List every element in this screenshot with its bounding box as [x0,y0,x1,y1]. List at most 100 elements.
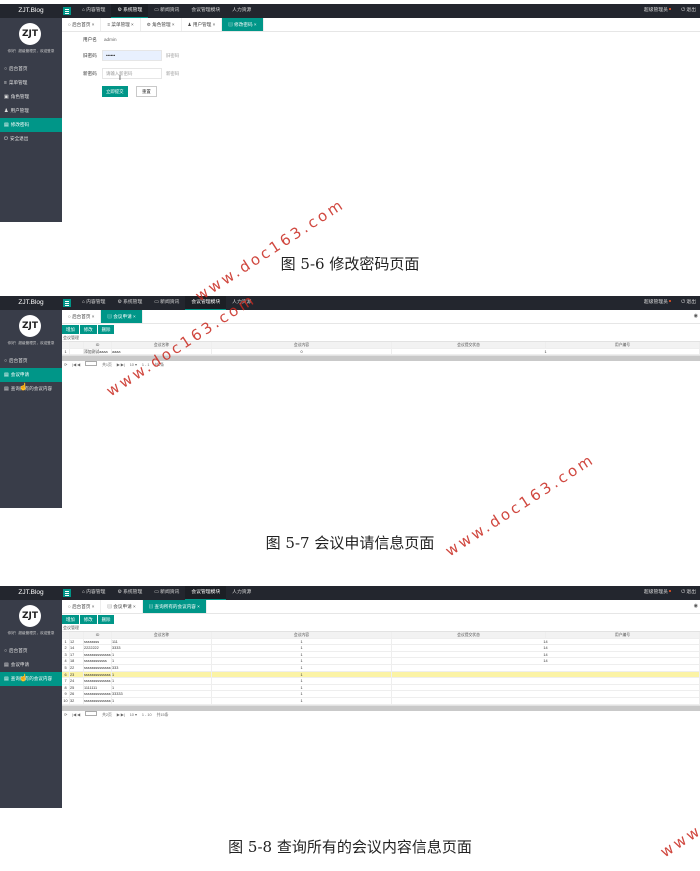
first-page-icon[interactable]: |◀ ◀ [72,711,80,719]
tab-tools-icon[interactable]: ◉ [694,313,698,319]
per-page-select[interactable]: 10 ▾ [130,711,137,719]
sidebar-item[interactable]: ♟ 用户管理 [0,104,62,118]
tab-close-icon[interactable]: × [90,314,95,319]
tab-item[interactable]: ♟ 用户管理 × [182,18,223,31]
table-row[interactable]: 10 32 ssssssssssssssss 1 1 [62,697,700,705]
toolbar-button[interactable]: 删除 [97,325,115,334]
sidebar-item[interactable]: ○ 后台首页 [0,354,62,368]
sidebar-item[interactable]: ▤ 会议申请 [0,658,62,672]
topnav-hr[interactable]: 人力资源 [226,4,257,18]
logout-link[interactable]: ⏻ 退出 [681,586,696,600]
tab-item[interactable]: ▤ 会议申请 × [101,310,143,323]
tab-close-icon[interactable]: × [196,604,200,609]
first-page-icon[interactable]: |◀ ◀ [72,361,80,369]
logout-link[interactable]: ⏻ 退出 [681,4,696,18]
topnav-system[interactable]: ⚙ 系统管理 [111,4,149,18]
refresh-icon[interactable]: ⟳ [64,361,67,369]
tab-close-icon[interactable]: × [171,22,175,27]
table-row[interactable]: 1 12 ssssssss 111 1 14 [62,638,700,646]
header-cell[interactable] [70,342,84,348]
header-cell[interactable] [70,632,84,638]
topnav-news[interactable]: ▭ 新闻资讯 [148,296,185,310]
tab-item[interactable]: ○ 后台首页 × [62,18,102,31]
topnav-content[interactable]: ⌂ 内容管理 [76,4,111,18]
sidebar-item[interactable]: ○ 后台首页 [0,644,62,658]
header-cell[interactable]: 用户编号 [546,632,700,638]
toolbar-button[interactable]: 增加 [62,325,79,334]
user-menu[interactable]: 超级管理员 [644,296,672,310]
table-row[interactable]: 8 25 1111111 1 1 [62,684,700,692]
menu-toggle-icon[interactable] [63,299,71,307]
toolbar-button[interactable]: 删除 [97,615,115,624]
refresh-icon[interactable]: ⟳ [64,711,67,719]
header-cell[interactable]: 用户编号 [546,342,700,348]
header-cell[interactable]: 会议内容 [212,632,392,638]
topnav-system[interactable]: ⚙ 系统管理 [111,586,148,600]
tab-tools-icon[interactable]: ◉ [694,603,698,609]
page-number-input[interactable] [85,710,98,716]
old-password-field[interactable]: •••••• [102,50,162,61]
table-row[interactable]: 7 24 ssssssssssssss 1 1 [62,678,700,685]
sidebar-item[interactable]: ▣ 角色管理 [0,90,62,104]
tab-close-icon[interactable]: × [211,22,216,27]
sidebar-item[interactable]: ▤ 查询所有的会议内容 [0,672,62,686]
topnav-hr[interactable]: 人力资源 [226,586,257,600]
reset-button[interactable]: 重置 [136,86,157,97]
tab-item[interactable]: ○ 后台首页 × [62,600,102,613]
header-cell[interactable]: 会议名称 [112,632,212,638]
sidebar-item[interactable]: ○ 后台首页 [0,62,62,76]
tab-item[interactable]: ⚙ 角色管理 × [141,18,182,31]
submit-button[interactable]: 立即提交 [102,86,128,97]
topnav-system[interactable]: ⚙ 系统管理 [111,296,148,310]
topnav-news[interactable]: ▭ 新闻资讯 [148,586,185,600]
table-row[interactable]: 9 26 ssssssssssssssss 33333 1 [62,691,700,698]
topnav-meeting[interactable]: 会议管理模块 [185,586,227,600]
topnav-news[interactable]: ▭ 新闻资讯 [148,4,185,18]
next-page-icon[interactable]: ▶ ▶| [117,361,125,369]
tab-close-icon[interactable]: × [132,314,136,319]
brand-logo-text[interactable]: ZJT.Blog [0,296,62,310]
tab-item[interactable]: ○ 后台首页 × [62,310,102,323]
tab-item[interactable]: ▤ 会议申请 × [101,600,143,613]
menu-toggle-icon[interactable] [63,7,71,15]
table-row[interactable]: 6 23 ssssssssssssss 1 1 [62,671,700,679]
sidebar-item[interactable]: ▤ 修改密码 [0,118,62,132]
page-number-input[interactable] [85,361,98,367]
table-row[interactable]: 5 22 ssssssssssssssss 333 1 [62,664,700,672]
sidebar-item[interactable]: ⏻ 安全退出 [0,132,62,146]
toolbar-button[interactable]: 修改 [79,325,97,334]
table-row[interactable]: 4 18 ssssssssssss 1 1 14 [62,658,700,665]
user-menu[interactable]: 超级管理员 [644,586,672,600]
sidebar-item[interactable]: ▤ 查询所有的会议内容 [0,382,62,396]
sidebar-item[interactable]: ▤ 会议申请 [0,368,62,382]
table-cell: 添加测试aaaa [84,348,112,355]
user-menu[interactable]: 超级管理员 [644,4,672,18]
header-cell[interactable]: 会议提交状态 [392,632,546,638]
tab-item[interactable]: ≡ 菜单管理 × [101,18,141,31]
logout-link[interactable]: ⏻ 退出 [681,296,696,310]
new-password-field[interactable]: 请输入新密码 [102,68,162,79]
header-cell[interactable]: 会议提交状态 [392,342,546,348]
table-row[interactable]: 3 17 ssssssssssssssss 1 1 14 [62,651,700,659]
tab-close-icon[interactable]: × [253,22,257,27]
topnav-content[interactable]: ⌂ 内容管理 [76,586,111,600]
brand-logo-text[interactable]: ZJT.Blog [0,4,62,18]
tab-close-icon[interactable]: × [132,604,136,609]
table-row[interactable]: 2 14 2222222 3333 1 14 [62,645,700,652]
header-cell[interactable]: ID [84,342,112,348]
sidebar-item[interactable]: ≡ 菜单管理 [0,76,62,90]
header-cell[interactable]: 会议内容 [212,342,392,348]
topnav-content[interactable]: ⌂ 内容管理 [76,296,111,310]
topnav-meeting[interactable]: 会议管理模块 [185,4,226,18]
tab-item[interactable]: ▤ 修改密码 × [222,18,264,31]
tab-item[interactable]: ▤ 查询所有的会议内容 × [142,600,207,613]
header-cell[interactable]: ID [84,632,112,638]
toolbar-button[interactable]: 增加 [62,615,79,624]
tab-close-icon[interactable]: × [130,22,134,27]
brand-logo-text[interactable]: ZJT.Blog [0,586,62,600]
tab-close-icon[interactable]: × [90,604,95,609]
tab-close-icon[interactable]: × [90,22,95,27]
toolbar-button[interactable]: 修改 [79,615,97,624]
next-page-icon[interactable]: ▶ ▶| [117,711,125,719]
menu-toggle-icon[interactable] [63,589,71,597]
